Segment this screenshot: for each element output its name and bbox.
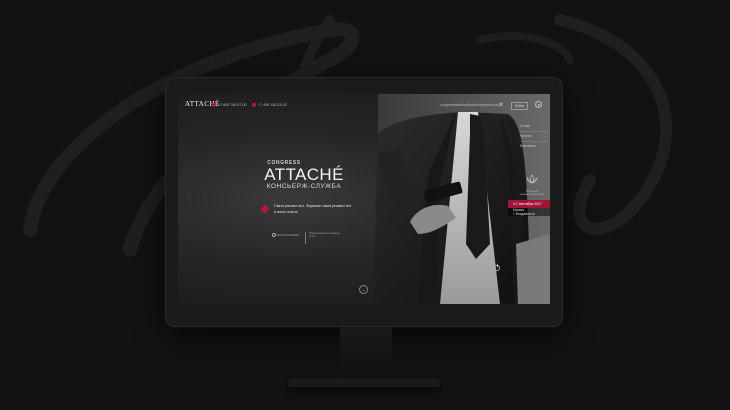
event-banner[interactable]: 3-7 сентября 2017 Москва + Владивосток bbox=[508, 200, 550, 216]
partner-logo[interactable]: ROSCONGRESS bbox=[272, 233, 299, 237]
hero-brand: CONGRESS ATTACHÉ КОНСЬЕРЖ-СЛУЖБА bbox=[260, 160, 348, 190]
hero-businessman-image bbox=[373, 94, 550, 304]
monitor-stand bbox=[340, 327, 392, 379]
phone-icon bbox=[252, 103, 256, 108]
close-icon[interactable]: ✕ bbox=[498, 102, 505, 109]
email-link[interactable]: congressattache@attacheglobal.com bbox=[440, 103, 499, 107]
menu-item-about[interactable]: О нас bbox=[518, 122, 548, 131]
side-menu: О нас Услуги Контакты bbox=[518, 122, 548, 151]
monitor-base bbox=[288, 378, 440, 387]
login-button[interactable]: Войти bbox=[511, 102, 528, 110]
menu-item-services[interactable]: Услуги bbox=[518, 131, 548, 141]
slogan-text: Связи решают все. Хорошие связи решают в… bbox=[274, 204, 352, 214]
event-location: Москва + Владивосток bbox=[508, 208, 550, 216]
phone-link-2[interactable]: +7 499 130-03-03 bbox=[252, 103, 286, 108]
globe-icon[interactable] bbox=[535, 101, 542, 108]
forum-emblem[interactable]: Восточный экономический форум bbox=[519, 171, 545, 196]
website-screen: ATTACHÉ +7 800 700-07-00 +7 499 130-03-0… bbox=[178, 94, 550, 304]
menu-item-contacts[interactable]: Контакты bbox=[518, 141, 548, 151]
partner-divider bbox=[305, 232, 306, 244]
phone-icon bbox=[212, 103, 216, 108]
power-icon[interactable] bbox=[494, 264, 500, 271]
brand-service: КОНСЬЕРЖ-СЛУЖБА bbox=[266, 183, 342, 190]
event-date: 3-7 сентября 2017 bbox=[508, 200, 550, 208]
chevron-down-icon: ⌄ bbox=[361, 287, 366, 293]
site-header: ATTACHÉ +7 800 700-07-00 +7 499 130-03-0… bbox=[178, 94, 550, 116]
event-sub-place: + Владивосток bbox=[513, 212, 535, 216]
phone-link-1[interactable]: +7 800 700-07-00 bbox=[212, 103, 246, 108]
brand-name: ATTACHÉ bbox=[264, 165, 344, 184]
partner-description: Официальный поставщик услуг bbox=[309, 232, 341, 239]
emblem-caption: Восточный экономический форум bbox=[519, 190, 545, 196]
lotus-icon bbox=[526, 174, 538, 184]
scroll-down-button[interactable]: ⌄ bbox=[359, 285, 368, 294]
